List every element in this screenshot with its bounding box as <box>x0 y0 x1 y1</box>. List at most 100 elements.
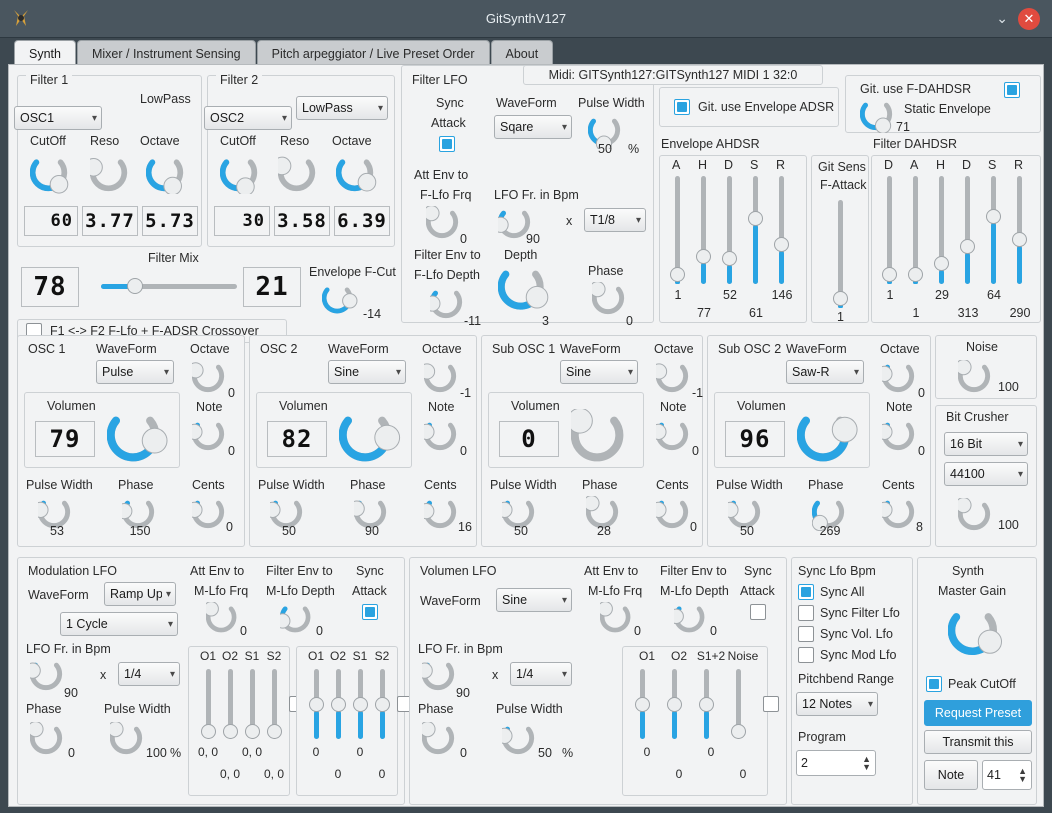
tab-synth[interactable]: Synth <box>14 40 76 66</box>
osc-cents-knob[interactable] <box>650 496 694 534</box>
adsr-stage-slider[interactable] <box>670 176 685 284</box>
filter-lfo-attenv-knob[interactable] <box>423 205 464 244</box>
sync-item-3[interactable]: Sync Mod Lfo <box>798 647 900 663</box>
osc-octave-knob[interactable] <box>418 360 462 398</box>
lfo-dest-slider[interactable] <box>667 669 682 739</box>
mod-lfo-sync-attack-checkbox[interactable] <box>362 604 378 620</box>
program-down-arrow[interactable]: ▼ <box>862 763 871 772</box>
vol-lfo-phase-knob[interactable] <box>419 721 460 760</box>
envelope-adsr-toggle[interactable]: Git. use Envelope ADSR <box>659 87 839 127</box>
filter1-source-select[interactable]: OSC1 ▾ <box>14 106 102 130</box>
filter2-type-select[interactable]: LowPass ▾ <box>296 96 388 120</box>
osc-volumen-knob[interactable] <box>567 407 633 469</box>
lfo-dest-extra-checkbox[interactable] <box>763 696 779 712</box>
peak-cutoff-row[interactable]: Peak CutOff <box>926 676 1016 692</box>
sync-item-checkbox[interactable] <box>798 626 814 642</box>
sync-item-checkbox[interactable] <box>798 605 814 621</box>
mod-lfo-bpm-knob[interactable] <box>24 658 68 696</box>
osc-note-knob[interactable] <box>186 418 230 456</box>
bitcrusher-bits-select[interactable]: 16 Bit ▾ <box>944 432 1028 456</box>
osc-volumen-knob[interactable] <box>338 409 401 469</box>
mod-lfo-phase-knob[interactable] <box>27 721 68 760</box>
note-spinner[interactable]: 41 ▲ ▼ <box>982 760 1032 790</box>
sync-item-2[interactable]: Sync Vol. Lfo <box>798 626 900 642</box>
filter2-cutoff-knob[interactable] <box>219 154 264 197</box>
filter-lfo-sync-attack-checkbox[interactable] <box>439 136 455 152</box>
lfo-dest-slider[interactable] <box>223 669 238 739</box>
vol-lfo-bpm-knob[interactable] <box>416 658 460 696</box>
adsr-stage-slider[interactable] <box>748 176 763 284</box>
adsr-stage-slider[interactable] <box>882 176 897 284</box>
osc-waveform-select[interactable]: Saw-R ▾ <box>786 360 864 384</box>
mod-lfo-cycle-select[interactable]: 1 Cycle ▾ <box>60 612 178 636</box>
lfo-dest-slider[interactable] <box>309 669 324 739</box>
filter-lfo-waveform-select[interactable]: Sqare ▾ <box>494 115 572 139</box>
osc-cents-knob[interactable] <box>418 496 462 534</box>
osc-waveform-select[interactable]: Pulse ▾ <box>96 360 174 384</box>
bitcrusher-knob[interactable] <box>955 497 996 536</box>
osc-octave-knob[interactable] <box>187 360 230 398</box>
fdahdsr-checkbox[interactable] <box>1004 82 1020 98</box>
vol-lfo-division-select[interactable]: 1/4 ▾ <box>510 662 572 686</box>
osc-note-knob[interactable] <box>876 418 920 456</box>
note-down-arrow[interactable]: ▼ <box>1018 775 1027 784</box>
lfo-dest-slider[interactable] <box>731 669 746 739</box>
filter2-reso-knob[interactable] <box>272 154 322 197</box>
lfo-dest-slider[interactable] <box>375 669 390 739</box>
lfo-dest-slider[interactable] <box>201 669 216 739</box>
lfo-dest-slider[interactable] <box>267 669 282 739</box>
osc-waveform-select[interactable]: Sine ▾ <box>328 360 406 384</box>
pitchbend-select[interactable]: 12 Notes ▾ <box>796 692 878 716</box>
adsr-stage-slider[interactable] <box>774 176 789 284</box>
lfo-dest-slider[interactable] <box>635 669 650 739</box>
master-gain-knob[interactable] <box>947 606 1006 662</box>
filter1-cutoff-knob[interactable] <box>29 154 74 197</box>
envelope-adsr-checkbox[interactable] <box>674 99 690 115</box>
filter-mix-slider[interactable] <box>101 278 237 294</box>
filter1-reso-knob[interactable] <box>84 154 134 197</box>
adsr-stage-slider[interactable] <box>722 176 737 284</box>
envelope-fcut-knob[interactable] <box>321 283 358 319</box>
mod-lfo-attenv-knob[interactable] <box>203 601 242 638</box>
filter2-octave-knob[interactable] <box>335 154 380 197</box>
filter-lfo-depth-knob[interactable] <box>497 264 552 317</box>
tab-about[interactable]: About <box>490 40 554 66</box>
adsr-stage-slider[interactable] <box>934 176 949 284</box>
filter1-octave-knob[interactable] <box>145 154 190 197</box>
vol-lfo-sync-attack-checkbox[interactable] <box>750 604 766 620</box>
filter-lfo-division-select[interactable]: T1/8 ▾ <box>584 208 646 232</box>
vol-lfo-pw-knob[interactable] <box>496 722 540 760</box>
adsr-stage-slider[interactable] <box>960 176 975 284</box>
lfo-dest-slider[interactable] <box>699 669 714 739</box>
sync-item-checkbox[interactable] <box>798 584 814 600</box>
git-sens-slider[interactable] <box>833 200 848 308</box>
static-envelope-knob[interactable] <box>859 98 898 136</box>
osc-volumen-knob[interactable] <box>796 409 859 469</box>
mod-lfo-waveform-select[interactable]: Ramp Up ▾ <box>104 582 176 606</box>
osc-volumen-knob[interactable] <box>106 409 169 469</box>
osc-octave-knob[interactable] <box>650 360 694 398</box>
mod-lfo-pw-knob[interactable] <box>107 721 148 760</box>
vol-lfo-fenv-knob[interactable] <box>668 602 710 638</box>
mod-lfo-fenv-knob[interactable] <box>275 602 316 638</box>
request-preset-button[interactable]: Request Preset <box>924 700 1032 726</box>
adsr-stage-slider[interactable] <box>908 176 923 284</box>
lfo-dest-slider[interactable] <box>353 669 368 739</box>
osc-note-knob[interactable] <box>418 418 462 456</box>
sync-item-0[interactable]: Sync All <box>798 584 900 600</box>
bitcrusher-rate-select[interactable]: 44100 ▾ <box>944 462 1028 486</box>
adsr-stage-slider[interactable] <box>986 176 1001 284</box>
osc-cents-knob[interactable] <box>876 496 920 534</box>
osc-octave-knob[interactable] <box>876 360 920 398</box>
vol-lfo-attenv-knob[interactable] <box>597 601 636 638</box>
filter-lfo-fenv-knob[interactable] <box>424 286 468 324</box>
mod-lfo-division-select[interactable]: 1/4 ▾ <box>118 662 180 686</box>
sync-item-1[interactable]: Sync Filter Lfo <box>798 605 900 621</box>
adsr-stage-slider[interactable] <box>1012 176 1027 284</box>
lfo-dest-slider[interactable] <box>245 669 260 739</box>
note-button[interactable]: Note <box>924 760 978 790</box>
chevron-down-icon[interactable]: ⌄ <box>996 10 1008 27</box>
tab-arpeggiator[interactable]: Pitch arpeggiator / Live Preset Order <box>256 40 490 66</box>
vol-lfo-waveform-select[interactable]: Sine ▾ <box>496 588 572 612</box>
peak-cutoff-checkbox[interactable] <box>926 676 942 692</box>
